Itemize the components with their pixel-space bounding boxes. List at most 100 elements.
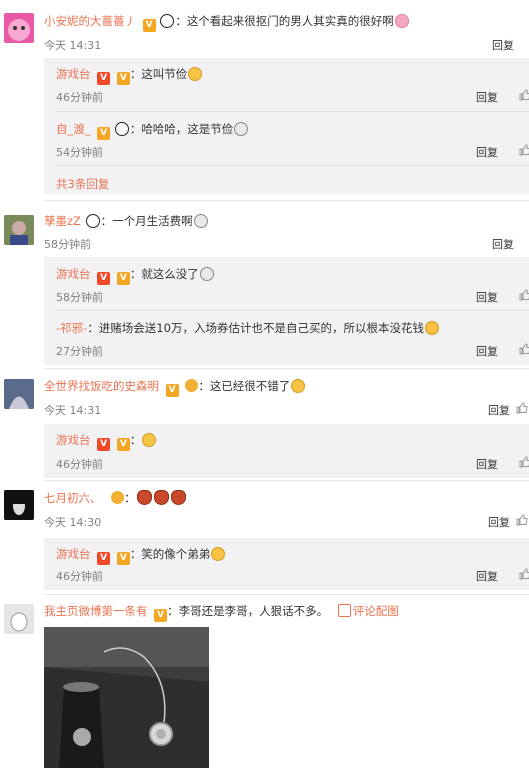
hotpot-emoji-icon (136, 490, 152, 505)
reply-line: 游戏台 V V： (56, 432, 157, 451)
vip-badge-icon: V (116, 552, 130, 565)
comment-text: 这已经很不错了 (209, 379, 291, 393)
avatar[interactable] (4, 604, 34, 634)
reply-time: 46分钟前 (56, 570, 103, 583)
reply-button[interactable]: 回复 (488, 514, 510, 530)
reply-line: 游戏台 V V ：就这么没了 (56, 266, 215, 285)
comment-line: 孳墨zZ ：一个月生活费啊 (44, 213, 209, 229)
thumbs-up-icon[interactable] (519, 568, 529, 580)
verified-badge-icon: V (97, 272, 111, 285)
avatar[interactable] (4, 490, 34, 520)
reply-button[interactable]: 回复 (476, 456, 498, 472)
vip-badge-icon: V (116, 438, 130, 451)
reply-item: 游戏台 V V ：笑的像个弟弟 46分钟前 回复 (44, 538, 529, 592)
thumbs-up-icon[interactable] (519, 289, 529, 301)
avatar[interactable] (4, 13, 34, 43)
reply-user-name[interactable]: 游戏台 (56, 67, 91, 81)
vip-badge-icon: V (154, 609, 168, 622)
verified-badge-icon: V (97, 438, 111, 451)
verified-badge-icon: V (97, 72, 111, 85)
reply-button[interactable]: 回复 (476, 568, 498, 584)
reply-line: -祁邪-：进赌场会送10万，入场券估计也不是自己买的，所以根本没花钱 (56, 320, 440, 336)
thumbs-up-icon[interactable] (519, 144, 529, 156)
comment-time: 今天 14:31 (44, 39, 102, 52)
comment-1: 小安妮的大薔薔丿 V ：这个看起来很抠门的男人其实真的很好啊 今天 14:31 … (0, 0, 529, 200)
comment-line: 七月初六、 ： (44, 490, 187, 506)
smile-emoji-icon (211, 547, 226, 561)
user-name[interactable]: 我主页微博第一条有 (44, 604, 148, 618)
reply-line: 自_渡_ V ：哈哈哈，这是节俭 (56, 121, 249, 140)
comment-line: 全世界找饭吃的史森明 V ：这已经很不错了 (44, 378, 306, 397)
reply-user-name[interactable]: 游戏台 (56, 433, 91, 447)
smile-emoji-icon (424, 321, 439, 335)
panda-badge-icon (85, 214, 100, 228)
user-name[interactable]: 七月初六、 (44, 491, 102, 505)
reply-list: 游戏台 V V ：就这么没了 58分钟前 回复 -祁邪-：进赌场会送10万，入场券… (44, 257, 529, 365)
thumbs-up-icon[interactable] (516, 514, 528, 526)
comment-3: 全世界找饭吃的史森明 V ：这已经很不错了 今天 14:31 回复 游戏台 V … (0, 368, 529, 478)
reply-item: -祁邪-：进赌场会送10万，入场券估计也不是自己买的，所以根本没花钱 27分钟前… (44, 311, 529, 365)
user-name[interactable]: 全世界找饭吃的史森明 (44, 379, 159, 393)
verified-badge-icon: V (97, 552, 111, 565)
reply-text: 哈哈哈，这是节俭 (141, 122, 234, 136)
crying-emoji-icon (234, 122, 249, 136)
medal-badge-icon (111, 491, 125, 504)
reply-button[interactable]: 回复 (476, 289, 498, 305)
crying-emoji-icon (199, 267, 214, 281)
reply-time: 46分钟前 (56, 458, 103, 471)
reply-item: 游戏台 V V ：就这么没了 58分钟前 回复 (44, 257, 529, 311)
panda-badge-icon (114, 122, 129, 136)
reply-list: 游戏台 V V ：笑的像个弟弟 46分钟前 回复 (44, 538, 529, 590)
vip-badge-icon: V (116, 272, 130, 285)
avatar[interactable] (4, 215, 34, 245)
reply-button[interactable]: 回复 (492, 37, 514, 53)
reply-user-name[interactable]: 游戏台 (56, 267, 91, 281)
comment-image-link-label: 评论配图 (352, 604, 399, 618)
more-replies-link[interactable]: 共3条回复 (56, 176, 109, 192)
hotpot-emoji-icon (153, 490, 169, 505)
comment-image[interactable] (44, 627, 209, 768)
reply-text: 进赌场会送10万，入场券估计也不是自己买的，所以根本没花钱 (98, 321, 424, 335)
thumbs-up-icon[interactable] (516, 402, 528, 414)
medal-badge-icon (185, 379, 199, 392)
reply-button[interactable]: 回复 (492, 236, 514, 252)
thumbs-up-icon[interactable] (519, 343, 529, 355)
reply-button[interactable]: 回复 (476, 144, 498, 160)
comment-2: 孳墨zZ ：一个月生活费啊 58分钟前 回复 游戏台 V V ：就这么没了 58分… (0, 200, 529, 366)
smile-emoji-icon (188, 67, 203, 81)
comment-time: 58分钟前 (44, 238, 91, 251)
reply-time: 54分钟前 (56, 146, 103, 159)
reply-button[interactable]: 回复 (488, 402, 510, 418)
reply-user-name[interactable]: 游戏台 (56, 547, 91, 561)
comment-time: 今天 14:30 (44, 516, 102, 529)
reply-item: 游戏台 V V： 46分钟前 回复 (44, 424, 529, 478)
comment-line: 我主页微博第一条有 V ：李哥还是李哥，人狠话不多。 评论配图 (44, 604, 399, 622)
avatar[interactable] (4, 379, 34, 409)
thumbs-up-icon[interactable] (519, 456, 529, 468)
reply-button[interactable]: 回复 (476, 343, 498, 359)
divider (56, 165, 529, 166)
reply-list: 游戏台 V V ：这叫节俭 46分钟前 回复 自_渡_ V ：哈哈哈，这是节俭 5… (44, 58, 529, 194)
vip-badge-icon: V (97, 127, 111, 140)
reply-text: 就这么没了 (141, 267, 199, 281)
reply-button[interactable]: 回复 (476, 89, 498, 105)
reply-time: 27分钟前 (56, 345, 103, 358)
user-name[interactable]: 小安妮的大薔薔丿 (44, 14, 136, 28)
reply-user-name[interactable]: 自_渡_ (56, 122, 91, 136)
reply-list: 游戏台 V V： 46分钟前 回复 (44, 424, 529, 478)
comment-line: 小安妮的大薔薔丿 V ：这个看起来很抠门的男人其实真的很好啊 (44, 13, 410, 32)
panda-badge-icon (160, 14, 175, 28)
reply-time: 46分钟前 (56, 91, 103, 104)
thumbs-up-icon[interactable] (519, 89, 529, 101)
reply-user-name[interactable]: -祁邪- (56, 321, 87, 335)
reply-item: 游戏台 V V ：这叫节俭 46分钟前 回复 (44, 58, 529, 112)
image-link-icon (337, 604, 351, 617)
comment-image-link[interactable]: 评论配图 (337, 604, 399, 618)
vip-badge-icon: V (142, 19, 156, 32)
reply-text: 笑的像个弟弟 (141, 547, 211, 561)
comment-text: 李哥还是李哥，人狠话不多。 (178, 604, 329, 618)
smile-emoji-icon (291, 379, 306, 393)
hotpot-emoji-icon (170, 490, 186, 505)
user-name[interactable]: 孳墨zZ (44, 214, 81, 228)
pig-emoji-icon (394, 14, 409, 28)
